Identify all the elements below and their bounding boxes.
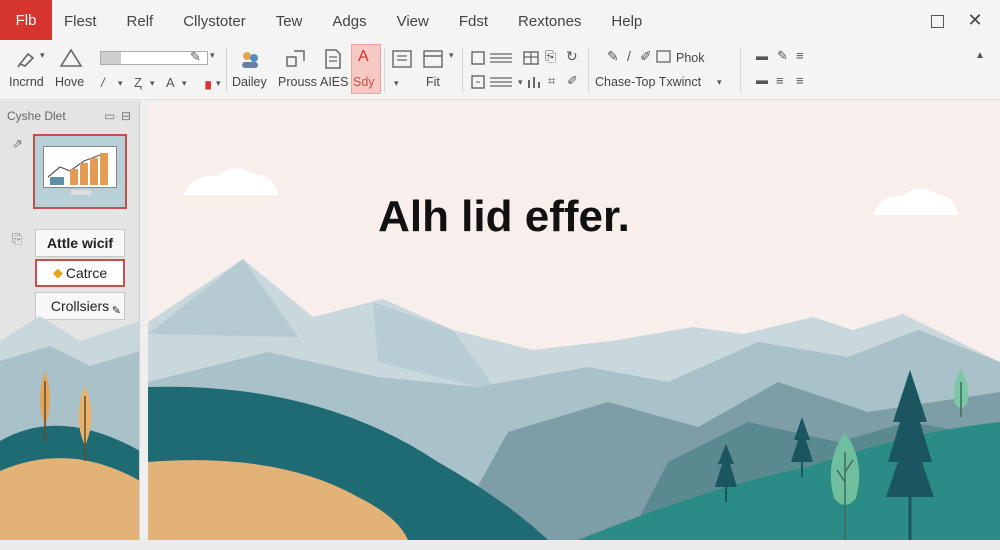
font-color-icon[interactable]: A xyxy=(166,75,175,90)
comment-icon[interactable]: ▬ xyxy=(756,73,768,87)
menu-item-relf[interactable]: Relf xyxy=(127,13,154,30)
pen-icon[interactable]: ✎ xyxy=(777,48,788,64)
ribbon-divider xyxy=(588,48,589,92)
prouss-label[interactable]: Prouss xyxy=(278,75,317,89)
slides-panel: Cyshe Dlet ▭ ⊟ ⇗ ⎘ Attle wicif ◆ Catrce … xyxy=(0,101,140,550)
dropdown-icon[interactable]: ▾ xyxy=(394,78,399,89)
lightning-icon: ◆ xyxy=(52,265,63,280)
panel-title: Cyshe Dlet xyxy=(7,109,66,123)
picture-icon[interactable]: ✐ xyxy=(567,73,578,89)
dailey-label[interactable]: Dailey xyxy=(232,75,267,89)
chart-icon[interactable] xyxy=(526,74,544,90)
dropdown-icon[interactable]: ▾ xyxy=(449,50,454,61)
menu-icon[interactable]: ≡ xyxy=(796,73,804,88)
option-title[interactable]: Attle wicif xyxy=(35,229,125,257)
photo-icon[interactable] xyxy=(656,50,672,64)
link-icon[interactable]: ⎘ xyxy=(545,48,556,65)
dropdown-icon[interactable]: ▾ xyxy=(118,78,123,89)
incrnd-label[interactable]: Incrnd xyxy=(9,75,44,89)
aies-label[interactable]: AIES xyxy=(320,75,349,89)
close-panel-icon[interactable]: ⊟ xyxy=(121,109,131,123)
slash-icon[interactable]: / xyxy=(627,48,631,64)
people-icon[interactable] xyxy=(238,48,262,72)
bar-chart-icon xyxy=(47,153,108,185)
document-icon[interactable] xyxy=(323,48,343,70)
slide-thumbnail[interactable] xyxy=(33,134,127,209)
align-icon[interactable] xyxy=(488,50,514,66)
menu-item-view[interactable]: View xyxy=(397,13,429,30)
italic-icon[interactable]: / xyxy=(101,75,105,90)
textbox-icon[interactable] xyxy=(470,50,486,66)
menu-icon[interactable]: ≡ xyxy=(796,48,804,63)
ribbon-divider xyxy=(740,48,741,92)
option-capture[interactable]: ◆ Catrce xyxy=(35,259,125,287)
ribbon-divider xyxy=(226,48,227,92)
file-tab[interactable]: Flb xyxy=(0,0,52,40)
menu-items: Flest Relf Cllystoter Tew Adgs View Fdst… xyxy=(64,0,672,42)
panel-landscape xyxy=(0,316,139,550)
collapse-ribbon-icon[interactable]: ▲ xyxy=(975,50,985,61)
align-icon[interactable] xyxy=(488,74,514,90)
menu-item-flest[interactable]: Flest xyxy=(64,13,97,30)
close-button[interactable]: ✕ xyxy=(966,11,984,29)
shape-icon[interactable] xyxy=(58,47,84,69)
minimize-panel-icon[interactable]: ▭ xyxy=(104,109,115,123)
hove-label[interactable]: Hove xyxy=(55,75,84,89)
eraser-icon[interactable]: ✐ xyxy=(640,48,652,65)
thumbnail-chart xyxy=(43,146,117,188)
option-capture-label: Catrce xyxy=(65,265,108,281)
slide-title[interactable]: Alh lid effer. xyxy=(148,192,1000,242)
status-bar xyxy=(0,540,1000,550)
ribbon-divider xyxy=(384,48,385,92)
dropdown-icon[interactable]: ▾ xyxy=(210,50,215,61)
strikethrough-icon[interactable]: Ⱬ xyxy=(134,75,142,90)
process-icon[interactable] xyxy=(284,48,308,70)
pen-icon[interactable]: ✎ xyxy=(607,48,619,65)
slide-link-icon[interactable]: ⇗ xyxy=(12,136,23,152)
dropdown-icon[interactable]: ▾ xyxy=(717,77,722,88)
dropdown-icon[interactable]: ▾ xyxy=(182,78,187,89)
list-icon[interactable]: ≡ xyxy=(776,73,784,88)
crop-icon[interactable]: ⌗ xyxy=(548,73,555,89)
menu-item-cllystoter[interactable]: Cllystoter xyxy=(183,13,246,30)
menu-item-tew[interactable]: Tew xyxy=(276,13,303,30)
ribbon-toolbar: ▾ ✎ ▾ Incrnd Hove / ▾ Ⱬ ▾ A ▾ ▗ ▾ Dailey… xyxy=(0,42,1000,100)
new-slide-icon[interactable]: ⎘ xyxy=(12,231,22,247)
slide-canvas[interactable]: Alh lid effer. xyxy=(148,102,1000,540)
dropdown-icon[interactable]: ▾ xyxy=(150,78,155,89)
menu-item-fdst[interactable]: Fdst xyxy=(459,13,488,30)
paint-format-icon[interactable] xyxy=(16,48,38,68)
menu-item-rextones[interactable]: Rextones xyxy=(518,13,581,30)
layout-icon[interactable] xyxy=(391,49,413,69)
text-art-icon[interactable]: A xyxy=(358,48,369,66)
dropdown-icon[interactable]: ▾ xyxy=(216,78,221,89)
chase-label[interactable]: Chase-Top Txwinct xyxy=(595,75,701,89)
table-icon[interactable] xyxy=(522,50,540,66)
dropdown-icon[interactable]: ▾ xyxy=(40,50,45,61)
comment-icon[interactable]: ▬ xyxy=(756,49,768,63)
textbox-icon[interactable] xyxy=(470,74,486,90)
menu-item-help[interactable]: Help xyxy=(611,13,642,30)
menu-item-adgs[interactable]: Adgs xyxy=(332,13,366,30)
fit-label[interactable]: Fit xyxy=(426,75,440,89)
ribbon-divider xyxy=(462,48,463,92)
maximize-button[interactable] xyxy=(931,15,944,28)
slide-layout-icon[interactable] xyxy=(422,49,444,69)
dropdown-icon[interactable]: ▾ xyxy=(518,77,523,88)
slide-landscape xyxy=(148,168,1000,540)
rotate-icon[interactable]: ↻ xyxy=(566,48,578,65)
monitor-stand xyxy=(71,190,91,195)
highlight-icon[interactable]: ▗ xyxy=(200,73,211,90)
menu-bar: Flb Flest Relf Cllystoter Tew Adgs View … xyxy=(0,0,1000,42)
pen-icon[interactable]: ✎ xyxy=(190,49,201,65)
phok-label[interactable]: Phok xyxy=(676,51,705,65)
sdy-label[interactable]: Sdy xyxy=(353,75,375,89)
